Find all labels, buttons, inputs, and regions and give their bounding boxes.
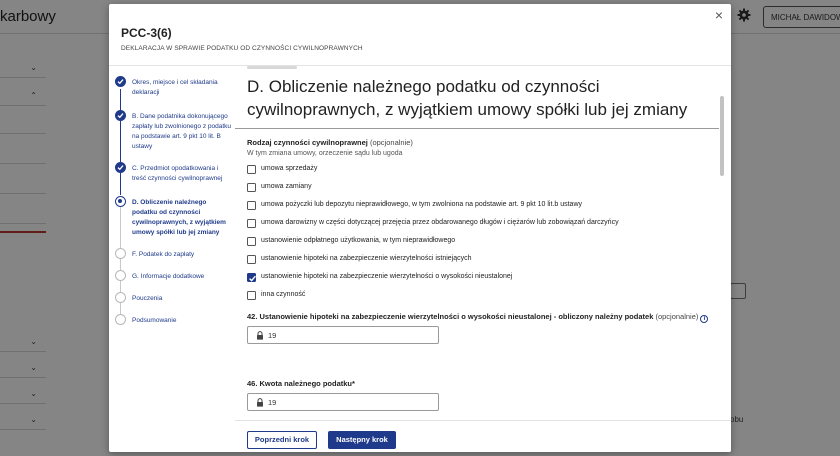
step-label: G. Informacje dodatkowe (132, 273, 205, 280)
lock-icon (257, 398, 263, 407)
field-46-input[interactable]: 19 (247, 393, 439, 411)
next-step-button[interactable]: Następny krok (328, 431, 396, 449)
form-stepper: Okres, miejsce i cel składania deklaracj… (109, 66, 235, 452)
checkbox[interactable] (247, 165, 256, 174)
check-icon (115, 110, 126, 121)
checkbox[interactable] (247, 183, 256, 192)
question-label-text: Rodzaj czynności cywilnoprawnej (247, 138, 368, 147)
option-label: umowa zamiany (261, 183, 312, 190)
option-label: umowa pożyczki lub depozytu nieprawidłow… (261, 201, 582, 208)
step-label: D. Obliczenie należnego podatku od czynn… (132, 199, 226, 236)
lock-icon (257, 331, 263, 340)
modal-subtitle: DEKLARACJA W SPRAWIE PODATKU OD CZYNNOŚC… (121, 45, 363, 52)
option-checkbox-row[interactable]: ustanowienie hipoteki na zabezpieczenie … (247, 272, 707, 286)
option-checkbox-row[interactable]: umowa pożyczki lub depozytu nieprawidłow… (247, 200, 707, 214)
check-icon (115, 76, 126, 87)
option-checkbox-row[interactable]: umowa sprzedaży (247, 164, 707, 178)
question-hint: W tym zmiana umowy, orzeczenie sądu lub … (247, 150, 403, 157)
step-connector (120, 172, 121, 195)
pending-step-icon (115, 292, 126, 303)
field-42-label: 42. Ustanowienie hipoteki na zabezpiecze… (247, 312, 709, 323)
field-42-value: 19 (268, 331, 277, 340)
option-label: inna czynność (261, 291, 306, 298)
divider (235, 128, 719, 129)
step-connector (120, 122, 121, 167)
option-checkbox-row[interactable]: ustanowienie odpłatnego użytkowania, w t… (247, 236, 707, 250)
checkbox[interactable] (247, 237, 256, 246)
step-connector (120, 207, 121, 249)
option-label: ustanowienie hipoteki na zabezpieczenie … (261, 273, 513, 280)
field-46-label: 46. Kwota należnego podatku* (247, 379, 355, 388)
pending-step-icon (115, 248, 126, 259)
option-checkbox-row[interactable]: ustanowienie hipoteki na zabezpieczenie … (247, 254, 707, 268)
checkbox[interactable] (247, 255, 256, 264)
field-46-value: 19 (268, 398, 277, 407)
scrollbar-thumb[interactable] (720, 96, 724, 176)
field-42-label-text: 42. Ustanowienie hipoteki na zabezpiecze… (247, 312, 654, 321)
option-label: ustanowienie odpłatnego użytkowania, w t… (261, 237, 456, 244)
step-label: Okres, miejsce i cel składania deklaracj… (132, 79, 218, 96)
optional-marker: (opcjonalnie) (369, 138, 413, 147)
modal-title: PCC-3(6) (121, 26, 172, 40)
checkbox[interactable] (247, 219, 256, 228)
scrolled-edge (247, 66, 297, 69)
option-label: ustanowienie hipoteki na zabezpieczenie … (261, 255, 472, 262)
declaration-modal: × PCC-3(6) DEKLARACJA W SPRAWIE PODATKU … (109, 4, 731, 452)
info-icon[interactable]: i (700, 315, 709, 323)
option-label: umowa sprzedaży (261, 165, 318, 172)
check-icon (115, 162, 126, 173)
step-label: F. Podatek do zapłaty (132, 251, 195, 258)
step-label: B. Dane podatnika dokonującego zapłaty l… (132, 113, 232, 150)
pending-step-icon (115, 270, 126, 281)
pending-step-icon (115, 314, 126, 325)
form-content: D. Obliczenie należnego podatku od czynn… (235, 66, 719, 420)
option-checkbox-row[interactable]: inna czynność (247, 290, 707, 304)
modal-footer: Poprzedni krok Następny krok (235, 420, 731, 452)
optional-marker: (opcjonalnie) (655, 312, 699, 321)
step-label: Podsumowanie (132, 317, 177, 324)
step-label: C. Przedmiot opodatkowania i treść czynn… (132, 165, 223, 182)
section-title: D. Obliczenie należnego podatku od czynn… (247, 77, 688, 119)
checkbox-checked[interactable] (247, 273, 256, 282)
scrollbar[interactable] (719, 66, 725, 420)
field-42-input[interactable]: 19 (247, 326, 439, 344)
option-label: umowa darowizny w części dotyczącej prze… (261, 219, 619, 226)
checkbox[interactable] (247, 201, 256, 210)
current-step-icon (115, 196, 126, 207)
checkbox[interactable] (247, 291, 256, 300)
question-label: Rodzaj czynności cywilnoprawnej (opcjona… (247, 138, 413, 147)
step-label: Pouczenia (132, 295, 163, 302)
previous-step-button[interactable]: Poprzedni krok (247, 431, 317, 449)
option-checkbox-row[interactable]: umowa darowizny w części dotyczącej prze… (247, 218, 707, 232)
close-icon[interactable]: × (712, 8, 726, 22)
option-checkbox-row[interactable]: umowa zamiany (247, 182, 707, 196)
